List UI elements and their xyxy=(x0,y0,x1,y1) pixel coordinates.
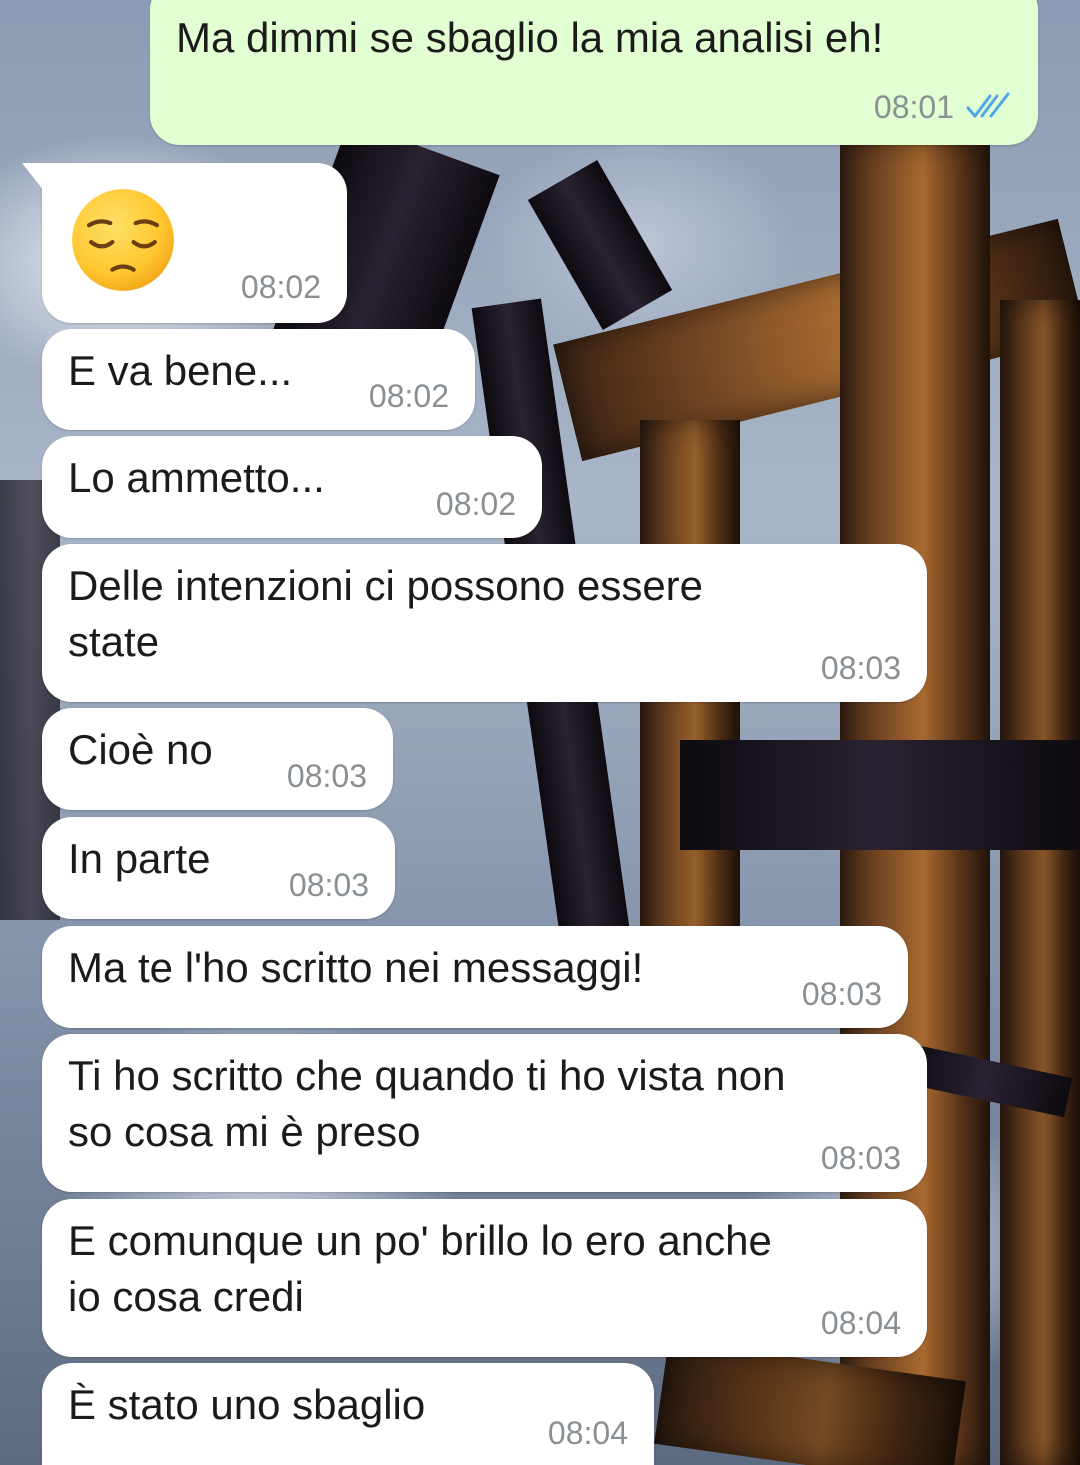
incoming-message[interactable]: In parte 08:03 xyxy=(42,817,395,919)
incoming-message[interactable]: Lo ammetto... 08:02 xyxy=(42,436,542,538)
pensive-face-icon xyxy=(72,189,174,291)
message-meta: 08:02 xyxy=(241,267,321,307)
outgoing-message[interactable]: Ma dimmi se sbaglio la mia analisi eh! 0… xyxy=(150,0,1038,145)
message-time: 08:02 xyxy=(435,486,516,522)
message-time: 08:03 xyxy=(820,650,901,686)
message-text: È stato uno sbaglio xyxy=(68,1381,426,1428)
incoming-message[interactable]: E va bene... 08:02 xyxy=(42,329,475,430)
message-meta: 08:04 xyxy=(548,1413,628,1453)
message-text: Ti ho scritto che quando ti ho vista non… xyxy=(68,1052,786,1155)
incoming-message[interactable]: È stato uno sbaglio 08:04 xyxy=(42,1363,654,1465)
message-time: 08:01 xyxy=(873,89,954,125)
message-meta: 08:03 xyxy=(821,1138,901,1178)
message-meta: 08:04 xyxy=(821,1303,901,1343)
message-time: 08:03 xyxy=(288,867,369,903)
message-time: 08:04 xyxy=(820,1305,901,1341)
incoming-message[interactable]: Cioè no 08:03 xyxy=(42,708,393,810)
incoming-message[interactable]: Delle intenzioni ci possono essere state… xyxy=(42,544,927,702)
message-time: 08:03 xyxy=(801,976,882,1012)
double-check-read-icon xyxy=(966,92,1010,118)
incoming-message[interactable]: 08:02 xyxy=(22,163,347,323)
incoming-message[interactable]: E comunque un po' brillo lo ero anche io… xyxy=(42,1199,927,1357)
message-meta: 08:02 xyxy=(436,484,516,524)
message-meta: 08:01 xyxy=(874,87,1012,127)
message-text: Ma dimmi se sbaglio la mia analisi eh! xyxy=(176,14,884,61)
incoming-message[interactable]: Ma te l'ho scritto nei messaggi! 08:03 xyxy=(42,926,908,1028)
message-meta: 08:02 xyxy=(369,376,449,416)
bubble-tail xyxy=(22,163,44,191)
message-text: Ma te l'ho scritto nei messaggi! xyxy=(68,944,644,991)
message-time: 08:02 xyxy=(240,269,321,305)
message-meta: 08:03 xyxy=(802,974,882,1014)
message-meta: 08:03 xyxy=(821,648,901,688)
message-time: 08:02 xyxy=(368,378,449,414)
message-meta: 08:03 xyxy=(287,756,367,796)
message-text: Delle intenzioni ci possono essere state xyxy=(68,562,704,665)
incoming-message[interactable]: Ti ho scritto che quando ti ho vista non… xyxy=(42,1034,927,1192)
message-time: 08:03 xyxy=(820,1140,901,1176)
message-text: E comunque un po' brillo lo ero anche io… xyxy=(68,1217,772,1320)
message-meta: 08:03 xyxy=(289,865,369,905)
message-time: 08:04 xyxy=(547,1415,628,1451)
message-time: 08:03 xyxy=(286,758,367,794)
